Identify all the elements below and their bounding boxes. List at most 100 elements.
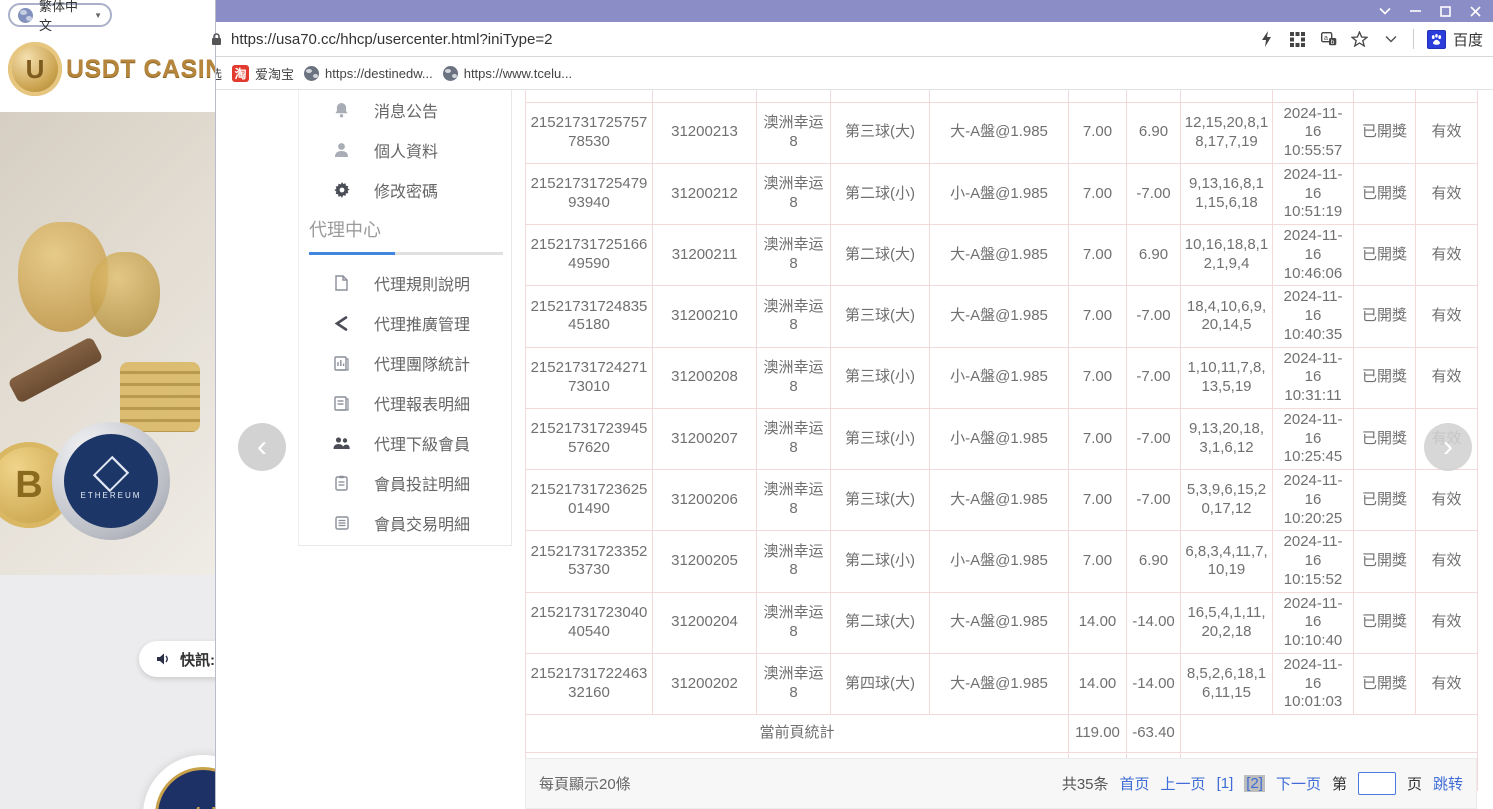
sidebar-item-member-transaction-details[interactable]: 會員交易明細: [299, 503, 511, 543]
lottery-cell: 澳洲幸运8: [757, 102, 831, 163]
validity-cell: 有效: [1416, 470, 1478, 531]
logo-coin-icon: U: [8, 42, 62, 96]
bet-content-cell: 大-A盤@1.985: [930, 592, 1069, 653]
draw-numbers-cell: 5,3,9,6,15,20,17,12: [1181, 470, 1273, 531]
time-cell: 2024-11-16 10:20:25: [1273, 470, 1354, 531]
favorite-star-icon[interactable]: [1351, 30, 1369, 48]
close-button[interactable]: [1460, 0, 1490, 22]
sidebar-item-agent-downline-members[interactable]: 代理下級會員: [299, 423, 511, 463]
next-page-link[interactable]: 下一页: [1276, 773, 1321, 794]
lottery-cell: 澳洲幸运8: [757, 286, 831, 347]
status-cell: 已開獎: [1354, 408, 1416, 469]
time-cell: 2024-11-16 10:10:40: [1273, 592, 1354, 653]
maximize-button[interactable]: [1430, 0, 1460, 22]
page-jump-input[interactable]: [1358, 772, 1396, 795]
bet-id-cell: 2152173172335253730: [526, 531, 653, 592]
table-row[interactable]: 2152173172483545180 31200210 澳洲幸运8 第三球(大…: [526, 286, 1478, 347]
time-cell: 2024-11-16 10:51:19: [1273, 163, 1354, 224]
page-total-label: 當前頁統計: [526, 715, 1069, 753]
speaker-icon: [156, 651, 172, 667]
carousel-prev-button[interactable]: ‹: [238, 423, 286, 471]
issue-cell: 31200207: [653, 408, 757, 469]
gear-icon: [333, 182, 350, 198]
sidebar-item-change-password[interactable]: 修改密碼: [299, 170, 511, 210]
draw-numbers-cell: 16,5,4,1,11,20,2,18: [1181, 592, 1273, 653]
bet-records-table: 2152173172575778530 31200213 澳洲幸运8 第三球(大…: [525, 90, 1478, 791]
table-row[interactable]: 2152173172362501490 31200206 澳洲幸运8 第三球(大…: [526, 470, 1478, 531]
apps-grid-icon[interactable]: [1289, 30, 1307, 48]
status-cell: 已開獎: [1354, 531, 1416, 592]
issue-cell: 31200211: [653, 225, 757, 286]
translate-icon[interactable]: a b: [1320, 30, 1338, 48]
play-cell: 第三球(大): [831, 102, 930, 163]
carousel-next-button[interactable]: ›: [1424, 423, 1472, 471]
jump-button[interactable]: 跳转: [1433, 773, 1463, 794]
winloss-cell: 6.90: [1127, 102, 1181, 163]
winloss-cell: -7.00: [1127, 286, 1181, 347]
bridge-emblem-icon: [155, 767, 215, 809]
bookmark-item-aitaobao[interactable]: 淘 爱淘宝: [232, 64, 294, 83]
sidebar-item-announcements[interactable]: 消息公告: [299, 90, 511, 130]
bookmark-item[interactable]: 选: [216, 64, 222, 83]
browser-toolbar: https://usa70.cc/hhcp/usercenter.html?in…: [216, 22, 1493, 57]
status-cell: 已開獎: [1354, 470, 1416, 531]
amount-cell: 7.00: [1069, 163, 1127, 224]
share-icon: [333, 316, 350, 331]
bet-content-cell: 小-A盤@1.985: [930, 531, 1069, 592]
bookmark-item-destinedw[interactable]: https://destinedw...: [304, 66, 433, 81]
baidu-label: 百度: [1453, 29, 1483, 50]
sidebar-item-agent-promotion[interactable]: 代理推廣管理: [299, 303, 511, 343]
winloss-cell: 6.90: [1127, 225, 1181, 286]
table-row[interactable]: 2152173172427173010 31200208 澳洲幸运8 第三球(小…: [526, 347, 1478, 408]
issue-cell: 31200210: [653, 286, 757, 347]
first-page-link[interactable]: 首页: [1120, 773, 1150, 794]
baidu-search-button[interactable]: 百度: [1427, 29, 1483, 50]
table-row[interactable]: 2152173172516649590 31200211 澳洲幸运8 第二球(大…: [526, 225, 1478, 286]
sidebar-item-member-bet-details[interactable]: 會員投註明細: [299, 463, 511, 503]
sidebar-item-agent-reports[interactable]: 代理報表明細: [299, 383, 511, 423]
validity-cell: 有效: [1416, 592, 1478, 653]
table-row[interactable]: 2152173172575778530 31200213 澳洲幸运8 第三球(大…: [526, 102, 1478, 163]
table-row[interactable]: 2152173172304040540 31200204 澳洲幸运8 第二球(大…: [526, 592, 1478, 653]
bet-content-cell: 小-A盤@1.985: [930, 163, 1069, 224]
draw-numbers-cell: 9,13,16,8,11,15,6,18: [1181, 163, 1273, 224]
promo-photo: B ETHEREUM: [0, 112, 215, 575]
validity-cell: 有效: [1416, 653, 1478, 714]
section-underline: [309, 252, 503, 255]
chevron-down-icon[interactable]: [1382, 30, 1400, 48]
status-cell: 已開獎: [1354, 225, 1416, 286]
lottery-cell: 澳洲幸运8: [757, 653, 831, 714]
sidebar-item-agent-rules[interactable]: 代理規則說明: [299, 263, 511, 303]
taobao-icon: 淘: [232, 65, 249, 82]
bookmark-item-tcelu[interactable]: https://www.tcelu...: [443, 66, 572, 81]
language-selector[interactable]: 繁体中文 ▼: [8, 3, 112, 27]
table-row[interactable]: 2152173172547993940 31200212 澳洲幸运8 第二球(小…: [526, 163, 1478, 224]
sidebar-item-agent-team-stats[interactable]: 代理團隊統計: [299, 343, 511, 383]
lottery-cell: 澳洲幸运8: [757, 225, 831, 286]
table-row[interactable]: 2152173172394557620 31200207 澳洲幸运8 第三球(小…: [526, 408, 1478, 469]
money-bag-image: [90, 252, 160, 337]
bet-id-cell: 2152173172246332160: [526, 653, 653, 714]
bet-content-cell: 小-A盤@1.985: [930, 347, 1069, 408]
page-1-link[interactable]: [1]: [1217, 775, 1234, 792]
sidebar-item-profile[interactable]: 個人資料: [299, 130, 511, 170]
play-cell: 第二球(小): [831, 163, 930, 224]
svg-text:b: b: [1331, 39, 1335, 46]
table-row[interactable]: 2152173172246332160 31200202 澳洲幸运8 第四球(大…: [526, 653, 1478, 714]
lightning-icon[interactable]: [1258, 30, 1276, 48]
prev-page-link[interactable]: 上一页: [1161, 773, 1206, 794]
play-cell: 第四球(大): [831, 653, 930, 714]
page-2-current[interactable]: [2]: [1244, 775, 1265, 792]
sidebar-section-agent-center: 代理中心: [299, 210, 511, 255]
time-cell: 2024-11-16 10:25:45: [1273, 408, 1354, 469]
titlebar-chevron-down-icon[interactable]: [1370, 0, 1400, 22]
amount-cell: 7.00: [1069, 408, 1127, 469]
url-field[interactable]: https://usa70.cc/hhcp/usercenter.html?in…: [231, 31, 1258, 48]
bet-id-cell: 2152173172304040540: [526, 592, 653, 653]
minimize-button[interactable]: [1400, 0, 1430, 22]
sidebar: 消息公告 個人資料: [298, 90, 512, 546]
person-icon: [333, 142, 350, 158]
draw-numbers-cell: 6,8,3,4,11,7,10,19: [1181, 531, 1273, 592]
news-ticker[interactable]: 快訊:: [139, 641, 215, 677]
table-row[interactable]: 2152173172335253730 31200205 澳洲幸运8 第二球(小…: [526, 531, 1478, 592]
